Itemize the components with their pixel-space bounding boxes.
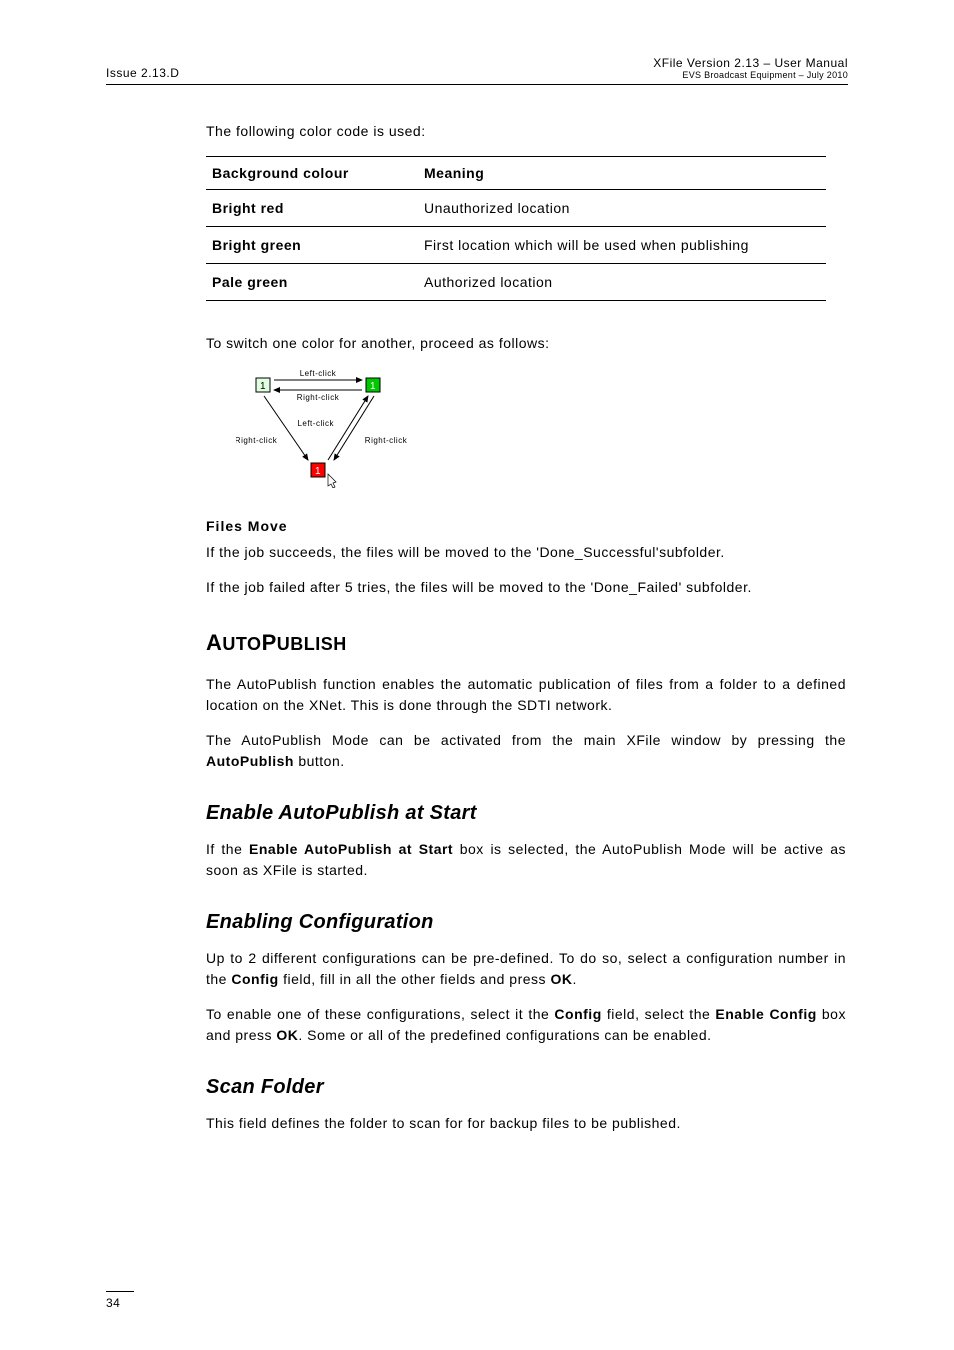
files-move-p2: If the job failed after 5 tries, the fil… bbox=[206, 577, 846, 598]
color-code-table: Background colour Meaning Bright red Una… bbox=[206, 156, 826, 301]
enable-autopublish-para: If the Enable AutoPublish at Start box i… bbox=[206, 839, 846, 881]
heading-rest: UTO bbox=[222, 634, 261, 654]
enabling-config-heading: Enabling Configuration bbox=[206, 911, 846, 934]
bold-term: Enable AutoPublish at Start bbox=[249, 841, 453, 857]
table-row: Bright green First location which will b… bbox=[206, 227, 826, 264]
intro-paragraph: The following color code is used: bbox=[206, 121, 846, 142]
row-meaning: First location which will be used when p… bbox=[418, 227, 826, 264]
files-move-heading: Files Move bbox=[206, 518, 846, 534]
row-label: Bright red bbox=[206, 190, 418, 227]
header-left: Issue 2.13.D bbox=[106, 66, 179, 80]
enabling-config-p1: Up to 2 different configurations can be … bbox=[206, 948, 846, 990]
bold-term: AutoPublish bbox=[206, 753, 294, 769]
table-row: Pale green Authorized location bbox=[206, 264, 826, 301]
table-header-row: Background colour Meaning bbox=[206, 157, 826, 190]
bold-term: Config bbox=[231, 971, 278, 987]
switch-paragraph: To switch one color for another, proceed… bbox=[206, 333, 846, 354]
bold-term: OK bbox=[276, 1027, 298, 1043]
files-move-p1: If the job succeeds, the files will be m… bbox=[206, 542, 846, 563]
bold-term: Enable Config bbox=[715, 1006, 816, 1022]
header-right: XFile Version 2.13 – User Manual EVS Bro… bbox=[653, 56, 848, 80]
th-background: Background colour bbox=[206, 157, 418, 190]
heading-rest: UBLISH bbox=[277, 634, 347, 654]
row-label: Pale green bbox=[206, 264, 418, 301]
page-header: Issue 2.13.D XFile Version 2.13 – User M… bbox=[106, 56, 848, 85]
th-meaning: Meaning bbox=[418, 157, 826, 190]
header-title: XFile Version 2.13 – User Manual bbox=[653, 56, 848, 70]
left-click-label: Left-click bbox=[300, 369, 337, 378]
table-row: Bright red Unauthorized location bbox=[206, 190, 826, 227]
right-click-label: Right-click bbox=[236, 436, 278, 445]
right-click-label: Right-click bbox=[365, 436, 408, 445]
autopublish-p2: The AutoPublish Mode can be activated fr… bbox=[206, 730, 846, 772]
text: . bbox=[572, 971, 576, 987]
bold-term: Config bbox=[554, 1006, 601, 1022]
row-label: Bright green bbox=[206, 227, 418, 264]
page: Issue 2.13.D XFile Version 2.13 – User M… bbox=[0, 0, 954, 1350]
bold-term: OK bbox=[550, 971, 572, 987]
box-label: 1 bbox=[260, 381, 266, 392]
text: button. bbox=[294, 753, 345, 769]
header-subtitle: EVS Broadcast Equipment – July 2010 bbox=[653, 70, 848, 80]
autopublish-p1: The AutoPublish function enables the aut… bbox=[206, 674, 846, 716]
text: . Some or all of the predefined configur… bbox=[298, 1027, 711, 1043]
text: If the bbox=[206, 841, 249, 857]
enabling-config-p2: To enable one of these configurations, s… bbox=[206, 1004, 846, 1046]
right-click-label: Right-click bbox=[297, 393, 340, 402]
text: To enable one of these configurations, s… bbox=[206, 1006, 554, 1022]
heading-cap: P bbox=[262, 630, 277, 655]
left-click-label: Left-click bbox=[297, 419, 334, 428]
content: The following color code is used: Backgr… bbox=[106, 85, 846, 1134]
autopublish-heading: AUTOPUBLISH bbox=[206, 630, 846, 656]
text: The AutoPublish Mode can be activated fr… bbox=[206, 732, 846, 748]
box-label: 1 bbox=[315, 466, 321, 477]
color-switch-diagram: 1 1 1 Left-click Right-click Right-click… bbox=[236, 368, 436, 488]
page-number: 34 bbox=[106, 1291, 134, 1310]
box-label: 1 bbox=[370, 381, 376, 392]
heading-cap: A bbox=[206, 630, 222, 655]
row-meaning: Unauthorized location bbox=[418, 190, 826, 227]
text: field, fill in all the other fields and … bbox=[279, 971, 551, 987]
scan-folder-heading: Scan Folder bbox=[206, 1076, 846, 1099]
scan-folder-para: This field defines the folder to scan fo… bbox=[206, 1113, 846, 1134]
enable-autopublish-heading: Enable AutoPublish at Start bbox=[206, 802, 846, 825]
text: field, select the bbox=[602, 1006, 716, 1022]
row-meaning: Authorized location bbox=[418, 264, 826, 301]
